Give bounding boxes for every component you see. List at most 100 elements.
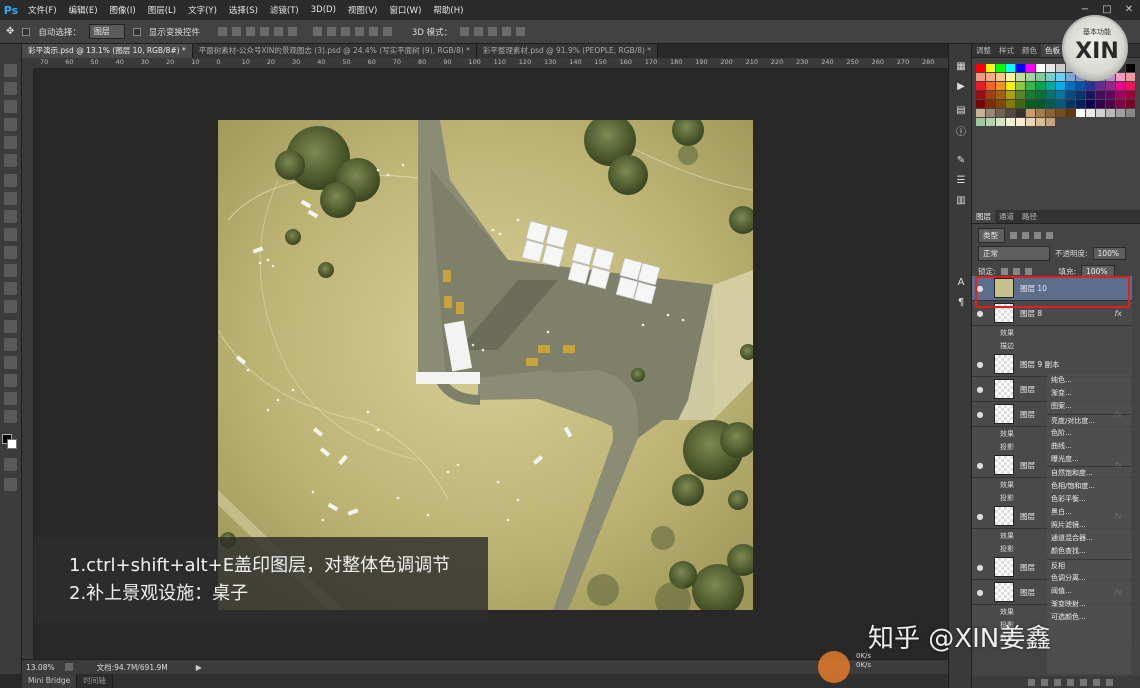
- color-swatch[interactable]: [1006, 118, 1015, 126]
- gradient-tool-icon[interactable]: [4, 264, 17, 277]
- auto-select-checkbox[interactable]: [22, 27, 31, 36]
- status-menu-icon[interactable]: [64, 663, 73, 671]
- color-swatch[interactable]: [1086, 91, 1095, 99]
- color-swatch[interactable]: [1026, 109, 1035, 117]
- background-color-swatch[interactable]: [7, 439, 17, 449]
- color-swatch[interactable]: [986, 73, 995, 81]
- 3d-slide-icon[interactable]: [502, 27, 512, 36]
- zoom-level[interactable]: 13.08%: [26, 663, 55, 672]
- color-swatch[interactable]: [1066, 73, 1075, 81]
- tab-adjustments[interactable]: 调整: [972, 44, 995, 57]
- color-swatch[interactable]: [1036, 82, 1045, 90]
- tab-timeline[interactable]: 时间轴: [77, 674, 113, 688]
- adjustment-menu-item[interactable]: 通道混合器...: [1047, 532, 1131, 545]
- clone-source-icon[interactable]: ▥: [955, 196, 967, 206]
- tab-layers[interactable]: 图层: [972, 210, 995, 223]
- lasso-tool-icon[interactable]: [4, 100, 17, 113]
- color-swatch[interactable]: [986, 118, 995, 126]
- color-swatch[interactable]: [1056, 82, 1065, 90]
- color-swatch[interactable]: [1016, 91, 1025, 99]
- color-swatch[interactable]: [1076, 82, 1085, 90]
- menu-view[interactable]: 视图(V): [342, 4, 383, 16]
- distribute-right-icon[interactable]: [382, 27, 392, 36]
- color-swatch[interactable]: [1106, 91, 1115, 99]
- color-swatch[interactable]: [996, 64, 1005, 72]
- horizontal-ruler[interactable]: 70 60 50 40 30 20 10 0 10 20 30 40 50 60 70 80 90 100 110 1…: [34, 58, 948, 69]
- new-adjustment-icon[interactable]: [1067, 678, 1074, 686]
- menu-3d[interactable]: 3D(D): [305, 5, 342, 15]
- adjustment-menu-item[interactable]: 渐变...: [1047, 387, 1131, 400]
- show-transform-checkbox[interactable]: [132, 27, 141, 36]
- color-swatch[interactable]: [986, 82, 995, 90]
- filter-type-icon[interactable]: [1034, 231, 1041, 239]
- color-swatch[interactable]: [1096, 109, 1105, 117]
- 3d-scale-icon[interactable]: [516, 27, 526, 36]
- color-swatch[interactable]: [976, 109, 985, 117]
- adjustment-menu-item[interactable]: 阈值...: [1047, 585, 1131, 598]
- link-layers-icon[interactable]: [1028, 678, 1035, 686]
- color-swatch[interactable]: [996, 91, 1005, 99]
- color-swatch[interactable]: [1116, 82, 1125, 90]
- color-swatch[interactable]: [986, 109, 995, 117]
- color-swatch[interactable]: [1106, 109, 1115, 117]
- adjustment-menu-item[interactable]: 色彩平衡...: [1047, 493, 1131, 506]
- tab-color[interactable]: 颜色: [1018, 44, 1041, 57]
- pen-tool-icon[interactable]: [4, 320, 17, 333]
- history-brush-tool-icon[interactable]: [4, 228, 17, 241]
- color-swatch[interactable]: [976, 82, 985, 90]
- color-swatch[interactable]: [1126, 82, 1135, 90]
- layer-fx-icon[interactable]: fx: [1114, 309, 1122, 318]
- color-swatch[interactable]: [1126, 73, 1135, 81]
- color-swatch[interactable]: [1076, 91, 1085, 99]
- lock-pixels-icon[interactable]: [1000, 267, 1008, 275]
- new-group-icon[interactable]: [1080, 678, 1087, 686]
- paragraph-panel-icon[interactable]: ¶: [955, 298, 967, 308]
- color-swatch[interactable]: [1016, 82, 1025, 90]
- color-swatch[interactable]: [986, 100, 995, 108]
- align-vcenter-icon[interactable]: [231, 27, 241, 36]
- auto-select-dropdown[interactable]: 图层: [88, 24, 125, 39]
- color-swatch[interactable]: [976, 118, 985, 126]
- distribute-bottom-icon[interactable]: [340, 27, 350, 36]
- color-swatch[interactable]: [976, 73, 985, 81]
- align-left-icon[interactable]: [259, 27, 269, 36]
- color-swatch[interactable]: [1046, 118, 1055, 126]
- adjustment-menu-item[interactable]: 黑白...: [1047, 506, 1131, 519]
- menu-select[interactable]: 选择(S): [223, 4, 264, 16]
- color-swatch[interactable]: [1076, 100, 1085, 108]
- color-swatch[interactable]: [976, 64, 985, 72]
- align-hcenter-icon[interactable]: [273, 27, 283, 36]
- color-swatch[interactable]: [1116, 91, 1125, 99]
- color-swatch[interactable]: [1066, 100, 1075, 108]
- healing-brush-tool-icon[interactable]: [4, 174, 17, 187]
- visibility-eye-icon[interactable]: ●: [972, 410, 988, 419]
- adjustment-menu-item[interactable]: 色相/饱和度...: [1047, 480, 1131, 493]
- color-swatch[interactable]: [1016, 100, 1025, 108]
- visibility-eye-icon[interactable]: ●: [972, 563, 988, 572]
- visibility-eye-icon[interactable]: ●: [972, 385, 988, 394]
- color-swatch[interactable]: [1016, 64, 1025, 72]
- adjustment-menu-item[interactable]: 颜色查找...: [1047, 545, 1131, 558]
- color-swatch[interactable]: [1006, 91, 1015, 99]
- quick-mask-icon[interactable]: [4, 458, 17, 471]
- color-swatch[interactable]: [1066, 109, 1075, 117]
- crop-tool-icon[interactable]: [4, 136, 17, 149]
- color-swatch[interactable]: [1046, 82, 1055, 90]
- move-tool-icon[interactable]: ✥: [6, 26, 14, 37]
- distribute-vcenter-icon[interactable]: [326, 27, 336, 36]
- align-top-icon[interactable]: [217, 27, 227, 36]
- adjustment-menu-item[interactable]: 色调分离...: [1047, 572, 1131, 585]
- align-bottom-icon[interactable]: [245, 27, 255, 36]
- color-swatch[interactable]: [1066, 82, 1075, 90]
- brush-tool-icon[interactable]: [4, 192, 17, 205]
- color-swatch[interactable]: [1026, 118, 1035, 126]
- shape-tool-icon[interactable]: [4, 374, 17, 387]
- align-right-icon[interactable]: [287, 27, 297, 36]
- marquee-tool-icon[interactable]: [4, 82, 17, 95]
- color-swatch[interactable]: [996, 109, 1005, 117]
- 3d-rotate-icon[interactable]: [460, 27, 470, 36]
- color-swatch[interactable]: [996, 118, 1005, 126]
- color-swatch[interactable]: [1036, 64, 1045, 72]
- visibility-eye-icon[interactable]: ●: [972, 512, 988, 521]
- menu-layer[interactable]: 图层(L): [142, 4, 182, 16]
